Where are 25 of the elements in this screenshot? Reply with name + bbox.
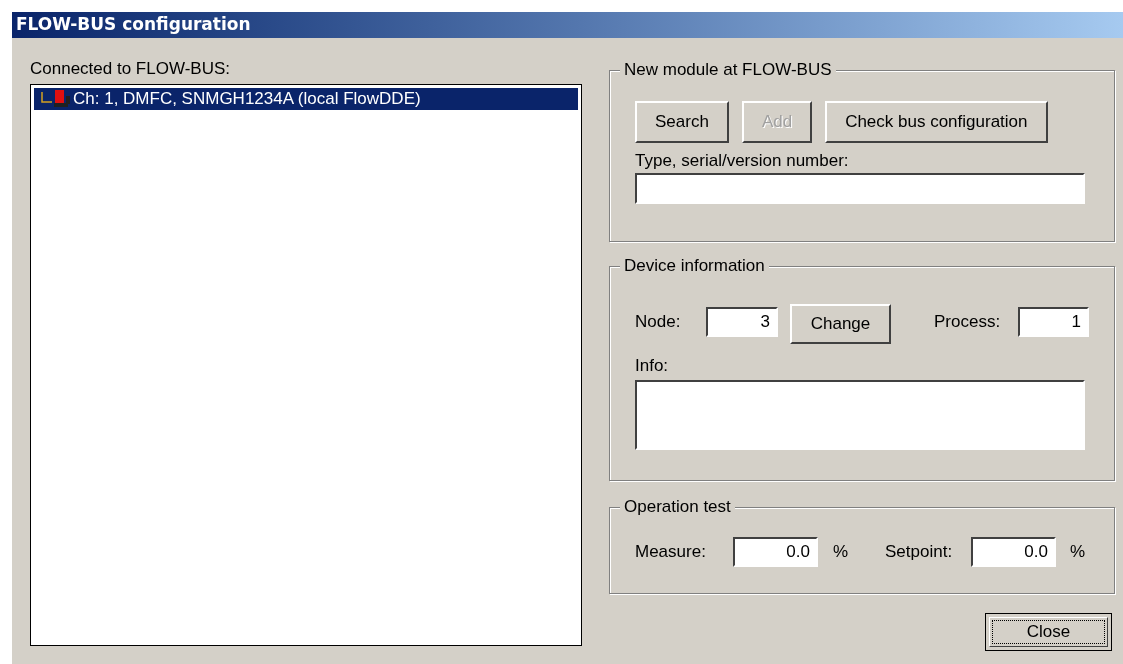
toolbar-button[interactable]: Search [635,101,729,143]
measure-field[interactable]: 0.0 [733,537,818,567]
change-button[interactable]: Change [790,304,891,344]
window-title: FLOW-BUS configuration [16,13,251,37]
measure-label: Measure: [635,541,707,564]
unit-label: % [1070,541,1086,564]
device-icon [52,90,72,108]
toolbar-button[interactable]: Check bus configuration [825,101,1048,143]
tree-item-label: Ch: 1, DMFC, SNMGH1234A (local FlowDDE) [73,88,421,111]
tree-label: Connected to FLOW-BUS: [30,58,231,80]
unit-label: % [833,541,850,564]
process-field[interactable]: 1 [1018,306,1089,337]
node-field[interactable]: 3 [706,306,778,337]
serial-input-field[interactable] [635,173,1085,204]
setpoint-label: Setpoint: [885,541,954,564]
field-label: Type, serial/version number: [635,150,850,172]
info-text-area[interactable] [635,380,1085,450]
setpoint-field[interactable]: 0.0 [971,537,1056,567]
process-label: Process: [934,310,1002,333]
tree-connector-icon [40,92,52,106]
close-button[interactable]: Close [985,613,1112,651]
node-label: Node: [635,310,682,333]
group-title: Operation test [620,497,735,517]
tree-item[interactable]: Ch: 1, DMFC, SNMGH1234A (local FlowDDE) [34,88,578,110]
info-label: Info: [635,355,670,377]
